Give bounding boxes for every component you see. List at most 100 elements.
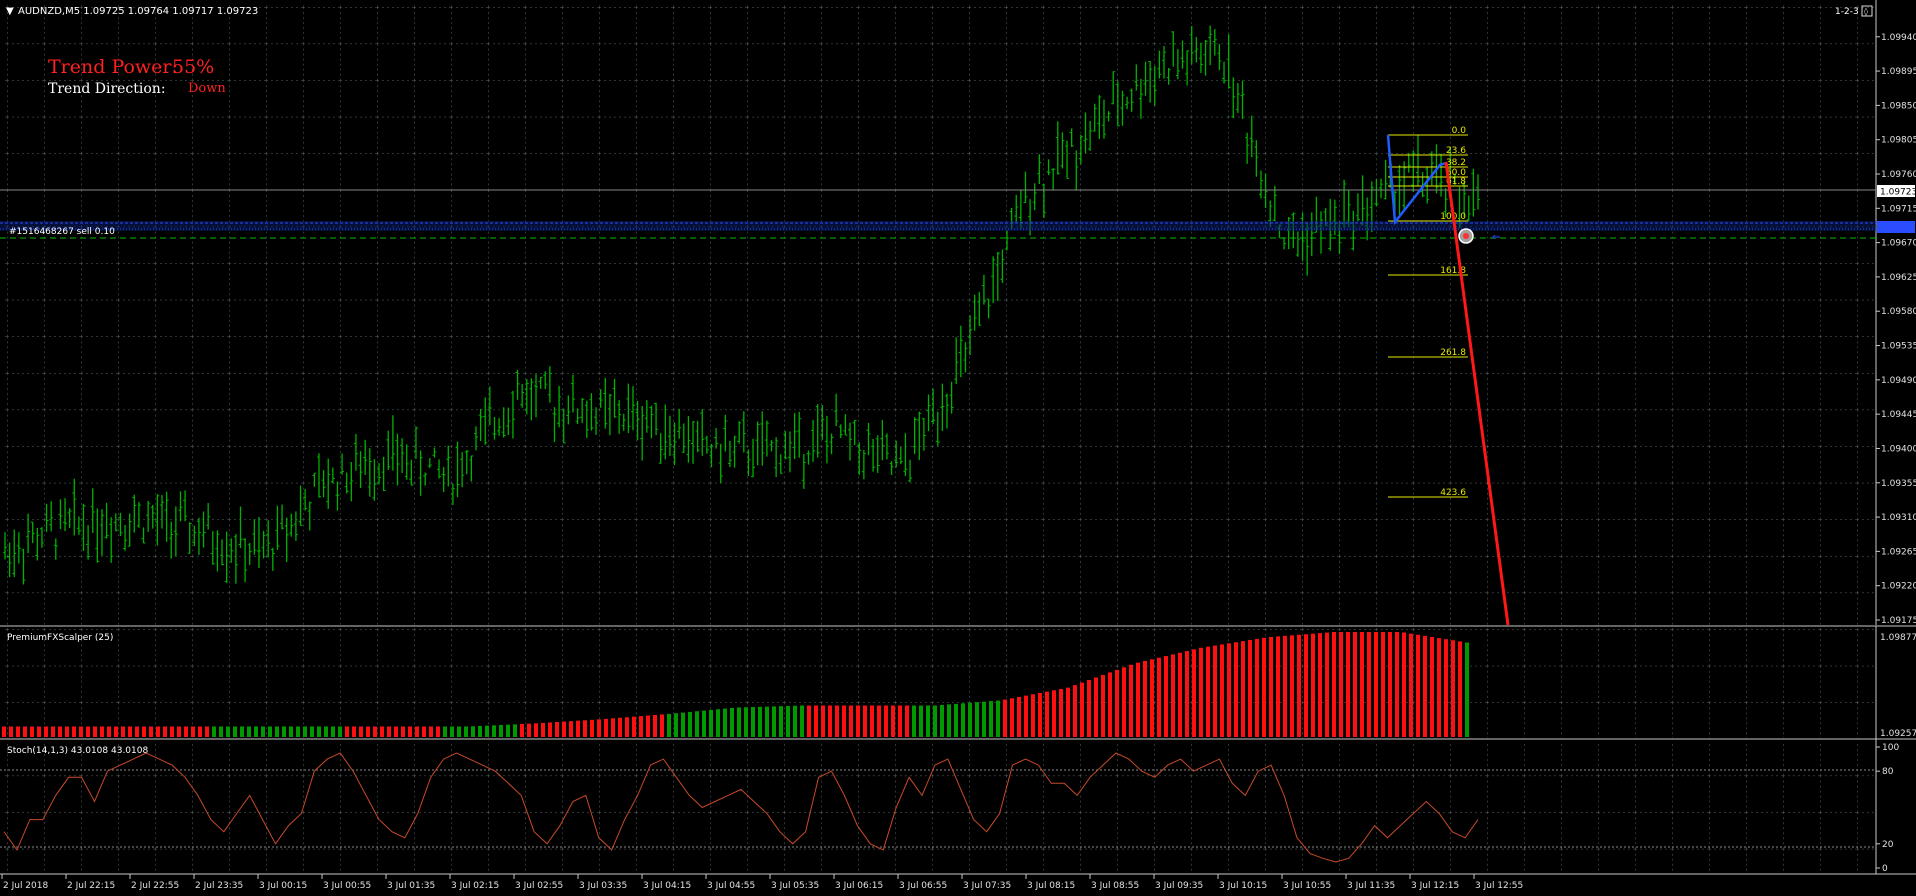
- price-tick-label: 1.09355: [1881, 479, 1916, 489]
- scalper-bar: [380, 726, 384, 737]
- price-tick-label: 1.09625: [1881, 273, 1916, 283]
- time-tick-label: 3 Jul 09:35: [1155, 881, 1203, 891]
- scalper-bar: [814, 705, 818, 737]
- scalper-bar: [226, 726, 230, 737]
- scalper-bar: [156, 726, 160, 737]
- scalper-bar: [1444, 639, 1448, 737]
- scalper-bar: [800, 705, 804, 737]
- scalper-bar: [1122, 667, 1126, 737]
- scalper-bar: [1388, 632, 1392, 737]
- scalper-bar: [534, 723, 538, 737]
- time-tick-label: 3 Jul 12:55: [1475, 881, 1523, 891]
- scalper-bar: [1458, 641, 1462, 737]
- stoch-tick-label: 100: [1882, 743, 1899, 753]
- svg-text:◊: ◊: [1864, 7, 1868, 16]
- scalper-bar: [1080, 682, 1084, 737]
- scalper-bar: [779, 706, 783, 737]
- scalper-title: PremiumFXScalper (25): [7, 633, 113, 643]
- scalper-bar: [65, 726, 69, 737]
- stoch-title: Stoch(14,1,3) 43.0108 43.0108: [7, 746, 148, 756]
- time-tick-label: 3 Jul 08:15: [1027, 881, 1075, 891]
- scalper-bar: [282, 726, 286, 737]
- scalper-bar: [1262, 637, 1266, 737]
- scalper-bar: [359, 726, 363, 737]
- scalper-bar: [1115, 669, 1119, 737]
- scalper-bar: [135, 726, 139, 737]
- scalper-bar: [289, 726, 293, 737]
- scalper-bar: [128, 726, 132, 737]
- scalper-axis-bottom: 1.09257: [1880, 729, 1916, 739]
- time-tick-label: 3 Jul 04:15: [643, 881, 691, 891]
- scalper-bar: [261, 726, 265, 737]
- scalper-axis-top: 1.09877: [1880, 633, 1916, 643]
- scalper-bar: [317, 726, 321, 737]
- scalper-bar: [16, 726, 20, 737]
- scalper-bar: [1297, 634, 1301, 737]
- scalper-bar: [1304, 634, 1308, 737]
- time-tick-label: 3 Jul 11:35: [1347, 881, 1395, 891]
- scalper-bar: [310, 726, 314, 737]
- scalper-bar: [828, 705, 832, 737]
- scalper-bar: [1339, 632, 1343, 737]
- price-tick-label: 1.09715: [1881, 204, 1916, 214]
- scalper-bar: [597, 719, 601, 737]
- scalper-bar: [79, 726, 83, 737]
- current-price: 1.09723: [1880, 188, 1916, 198]
- scalper-bar: [86, 726, 90, 737]
- trading-chart[interactable]: ▼ AUDNZD,M5 1.09725 1.09764 1.09717 1.09…: [0, 0, 1916, 896]
- price-tick-label: 1.09265: [1881, 547, 1916, 557]
- scalper-bar: [919, 705, 923, 737]
- scalper-bar: [842, 705, 846, 737]
- scalper-bar: [443, 726, 447, 737]
- scalper-bar: [926, 705, 930, 737]
- scalper-bar: [72, 726, 76, 737]
- fib-level-label: 38.2: [1446, 158, 1466, 168]
- scalper-bar: [744, 707, 748, 737]
- scalper-bar: [1038, 692, 1042, 737]
- scalper-bar: [324, 726, 328, 737]
- scalper-bar: [996, 700, 1000, 737]
- stoch-axis: 100 80 20 0: [1876, 743, 1899, 874]
- scalper-bar: [401, 726, 405, 737]
- scalper-bar: [793, 705, 797, 737]
- time-tick-label: 2 Jul 22:15: [67, 881, 115, 891]
- time-tick-label: 3 Jul 10:55: [1283, 881, 1331, 891]
- scalper-bar: [478, 726, 482, 737]
- scalper-bar: [1150, 659, 1154, 737]
- symbol-dropdown-icon[interactable]: ▼: [6, 6, 14, 17]
- scalper-bar: [352, 726, 356, 737]
- scalper-bar: [450, 726, 454, 737]
- scalper-bar: [233, 726, 237, 737]
- scalper-bar: [1066, 687, 1070, 737]
- scalper-bar: [1269, 636, 1273, 737]
- scalper-bar: [548, 722, 552, 737]
- scalper-bar: [240, 726, 244, 737]
- scalper-bar: [1325, 632, 1329, 737]
- scalper-bar: [184, 726, 188, 737]
- scalper-bar: [1283, 635, 1287, 737]
- scalper-bar: [835, 705, 839, 737]
- scalper-bar: [205, 726, 209, 737]
- scalper-bar: [527, 723, 531, 737]
- scalper-bar: [93, 726, 97, 737]
- scalper-bar: [1206, 646, 1210, 737]
- scalper-bar: [471, 726, 475, 737]
- scalper-bar: [849, 705, 853, 737]
- scalper-bar: [107, 726, 111, 737]
- scalper-bar: [807, 705, 811, 737]
- scalper-bar: [1311, 633, 1315, 737]
- scalper-bar: [1024, 695, 1028, 737]
- close-order-icon[interactable]: [1458, 228, 1474, 244]
- scalper-bar: [1346, 632, 1350, 737]
- scalper-bar: [912, 705, 916, 737]
- scalper-bar: [1164, 656, 1168, 737]
- scalper-bar: [394, 726, 398, 737]
- time-tick-label: 3 Jul 03:35: [579, 881, 627, 891]
- time-tick-label: 3 Jul 02:15: [451, 881, 499, 891]
- time-tick-label: 3 Jul 08:55: [1091, 881, 1139, 891]
- scalper-bar: [1087, 680, 1091, 737]
- time-tick-label: 3 Jul 07:35: [963, 881, 1011, 891]
- scalper-bar: [1402, 632, 1406, 737]
- scalper-bar: [331, 726, 335, 737]
- scalper-bar: [730, 707, 734, 737]
